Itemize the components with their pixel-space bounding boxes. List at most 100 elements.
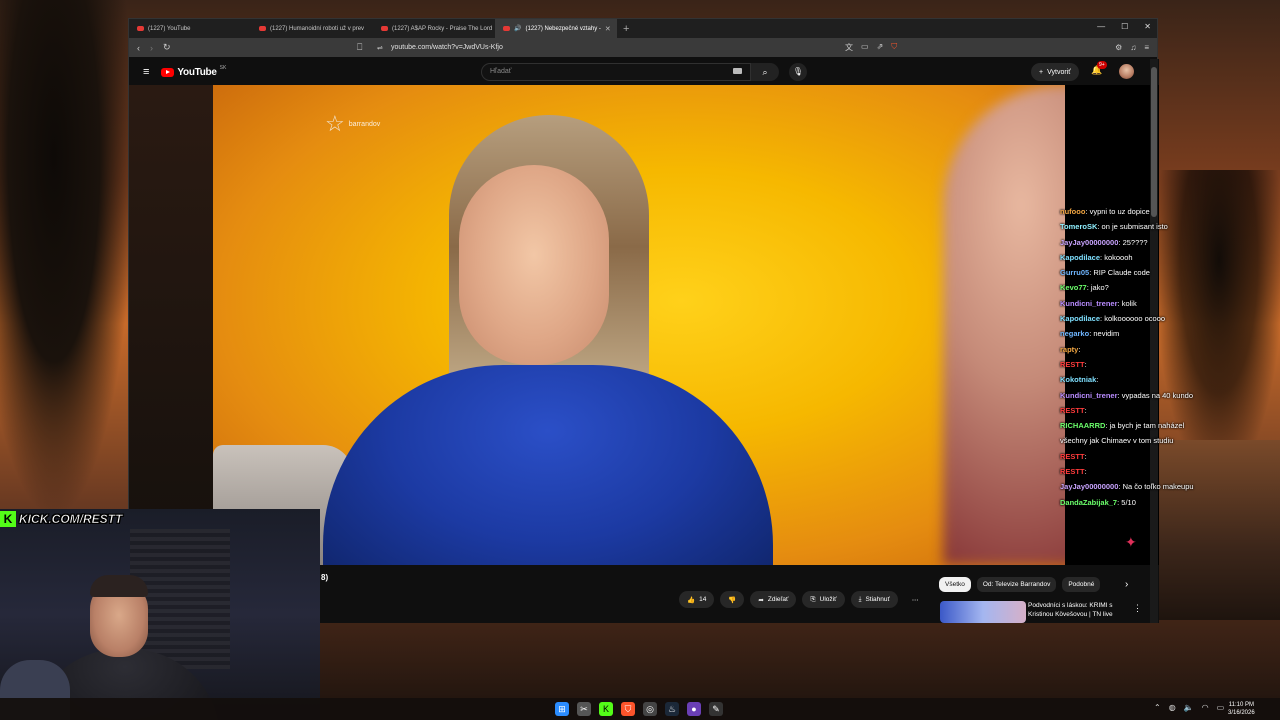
chat-username[interactable]: Kundicni_trener	[1060, 299, 1118, 308]
bookmark-icon[interactable]: ⎕	[357, 42, 362, 53]
tab-asap-rocky[interactable]: (1227) A$AP Rocky - Praise The Lord	[373, 19, 495, 38]
keyboard-icon[interactable]	[733, 68, 742, 74]
chat-message: DandaZabijak_7: 5/10	[1060, 495, 1260, 510]
minimize-button[interactable]: —	[1097, 22, 1105, 31]
youtube-play-icon	[161, 67, 175, 77]
tab-humanoid-robots[interactable]: (1227) Humanoidní roboti už v prev	[251, 19, 373, 38]
search-input[interactable]: Hľadať	[481, 63, 751, 81]
battery-icon[interactable]: ▭	[1217, 703, 1225, 712]
streamer-hair	[90, 575, 148, 597]
wifi-icon[interactable]: ◠	[1202, 703, 1209, 712]
clock[interactable]: 11:10 PM 3/16/2026	[1228, 701, 1255, 717]
close-tab-icon[interactable]: ✕	[605, 25, 611, 33]
video-player[interactable]: ☆ barrandov	[129, 85, 1159, 565]
maximize-button[interactable]: ☐	[1121, 22, 1128, 31]
tray-app-icon[interactable]: ◍	[1169, 703, 1176, 712]
video-title: 8)	[321, 573, 329, 582]
scrollbar-thumb[interactable]	[1151, 67, 1157, 217]
chip-from-channel[interactable]: Od: Televize Barrandov	[976, 577, 1057, 592]
tab-label: (1227) YouTube	[148, 25, 191, 32]
back-icon[interactable]: ‹	[137, 43, 140, 53]
site-settings-icon[interactable]: ⇌	[377, 44, 383, 52]
extensions-icon[interactable]: ⚙	[1115, 43, 1122, 52]
close-window-button[interactable]: ✕	[1144, 22, 1151, 31]
share-button[interactable]: ➦ Zdieľať	[750, 591, 797, 608]
chat-username[interactable]: Kevo77	[1060, 283, 1087, 292]
chat-username[interactable]: RESTT	[1060, 467, 1085, 476]
dislike-button[interactable]: 👎	[720, 591, 745, 608]
taskbar-apps: ⊞ ✂ K ⛉ ◎ ♨ ● ✎	[555, 702, 723, 716]
chat-username[interactable]: JayJay00000000	[1060, 482, 1118, 491]
chip-all[interactable]: Všetko	[939, 577, 971, 592]
chat-message: Kevo77: jako?	[1060, 280, 1260, 295]
chrome-icon[interactable]: ◎	[643, 702, 657, 716]
chat-message: TomeroSK: on je submisant isto	[1060, 219, 1260, 234]
notes-icon[interactable]: ✎	[709, 702, 723, 716]
chat-username[interactable]: Kapodilace	[1060, 314, 1100, 323]
menu-icon[interactable]: ≡	[1144, 43, 1149, 52]
recommendation-thumbnail[interactable]	[940, 601, 1026, 623]
chat-username[interactable]: nufooo	[1060, 207, 1085, 216]
tab-label: (1227) Humanoidní roboti už v prev	[270, 25, 365, 32]
kick-app-icon[interactable]: K	[599, 702, 613, 716]
chat-username[interactable]: JayJay00000000	[1060, 238, 1118, 247]
chat-separator: :	[1078, 344, 1081, 354]
video-frame[interactable]: ☆ barrandov	[213, 85, 1065, 565]
media-icon[interactable]: ♫	[1130, 43, 1136, 52]
chat-message: Kokotniak:	[1060, 372, 1260, 387]
chat-username[interactable]: Kapodilace	[1060, 253, 1100, 262]
chat-username[interactable]: rapty	[1060, 345, 1078, 354]
chat-text: kolkoooooo ocooo	[1104, 314, 1166, 324]
volume-icon[interactable]: 🔈	[1184, 703, 1194, 712]
chat-message: nufooo: vypni to uz dopice	[1060, 204, 1260, 219]
chat-username[interactable]: RICHAARRD	[1060, 421, 1105, 430]
chat-message: Kundicni_trener: kolik	[1060, 296, 1260, 311]
tab-nebezpecne-vztahy[interactable]: 🔊 (1227) Nebezpečné vztahy - ✕	[495, 19, 617, 38]
voice-search-button[interactable]: 🎙	[789, 63, 807, 81]
download-button[interactable]: ⤓ Stiahnuť	[850, 591, 898, 608]
chat-username[interactable]: TomeroSK	[1060, 222, 1097, 231]
more-actions-button[interactable]: ⋯	[904, 591, 927, 608]
recommendation-menu-icon[interactable]: ⋮	[1133, 603, 1142, 614]
chat-username[interactable]: negarko	[1060, 329, 1089, 338]
chat-username[interactable]: Kokotniak	[1060, 375, 1096, 384]
chat-username[interactable]: Gurru05	[1060, 268, 1089, 277]
chat-message: rapty:	[1060, 342, 1260, 357]
chevron-up-icon[interactable]: ⌃	[1154, 703, 1161, 712]
forward-icon[interactable]: ›	[150, 43, 153, 53]
chat-text: jako?	[1090, 283, 1109, 293]
chat-username[interactable]: RESTT	[1060, 452, 1085, 461]
search-button[interactable]: ⌕	[751, 63, 779, 81]
like-button[interactable]: 👍 14	[679, 591, 715, 608]
avatar[interactable]	[1119, 64, 1134, 79]
save-button[interactable]: ⎘ Uložiť	[802, 591, 845, 608]
brave-shield-icon[interactable]: ⛉	[891, 42, 897, 53]
translate-icon[interactable]: 文	[845, 42, 853, 53]
brave-browser-icon[interactable]: ⛉	[621, 702, 635, 716]
reload-icon[interactable]: ↻	[163, 42, 171, 53]
chat-username[interactable]: RESTT	[1060, 406, 1085, 415]
windows-start-icon[interactable]: ⊞	[555, 702, 569, 716]
chat-username[interactable]: Kundicni_trener	[1060, 391, 1118, 400]
youtube-logo[interactable]: YouTube SK	[161, 65, 226, 78]
snipping-tool-icon[interactable]: ✂	[577, 702, 591, 716]
steam-icon[interactable]: ♨	[665, 702, 679, 716]
video-actions: 👍 14 👎 ➦ Zdieľať ⎘ Uložiť ⤓ Stiahnuť ⋯	[679, 591, 926, 608]
new-tab-button[interactable]: +	[623, 23, 629, 35]
chat-message: RICHAARRD: ja bych je tam naházel	[1060, 418, 1260, 433]
chevron-right-icon[interactable]: ›	[1125, 579, 1128, 590]
url-field[interactable]: youtube.com/watch?v=JwdVUs-Kfjo	[391, 44, 503, 51]
share-icon[interactable]: ⇗	[877, 42, 884, 53]
stream-chat-overlay: nufooo: vypni to uz dopice TomeroSK: on j…	[1060, 204, 1260, 510]
chat-message: všechny jak Chimaev v tom studiu	[1060, 433, 1260, 448]
chat-username[interactable]: DandaZabijak_7	[1060, 498, 1117, 507]
recommendation-title[interactable]: Podvodníci s láskou: KRIMI s Kristinou K…	[1028, 601, 1128, 619]
picture-in-picture-icon[interactable]: ▭	[861, 42, 869, 53]
hamburger-menu-icon[interactable]: ≡	[143, 66, 149, 78]
create-label: Vytvoriť	[1047, 68, 1071, 76]
tab-youtube-home[interactable]: (1227) YouTube	[129, 19, 251, 38]
chat-username[interactable]: RESTT	[1060, 360, 1085, 369]
create-button[interactable]: + Vytvoriť	[1031, 63, 1079, 81]
chip-related[interactable]: Podobné	[1062, 577, 1101, 592]
obs-icon[interactable]: ●	[687, 702, 701, 716]
